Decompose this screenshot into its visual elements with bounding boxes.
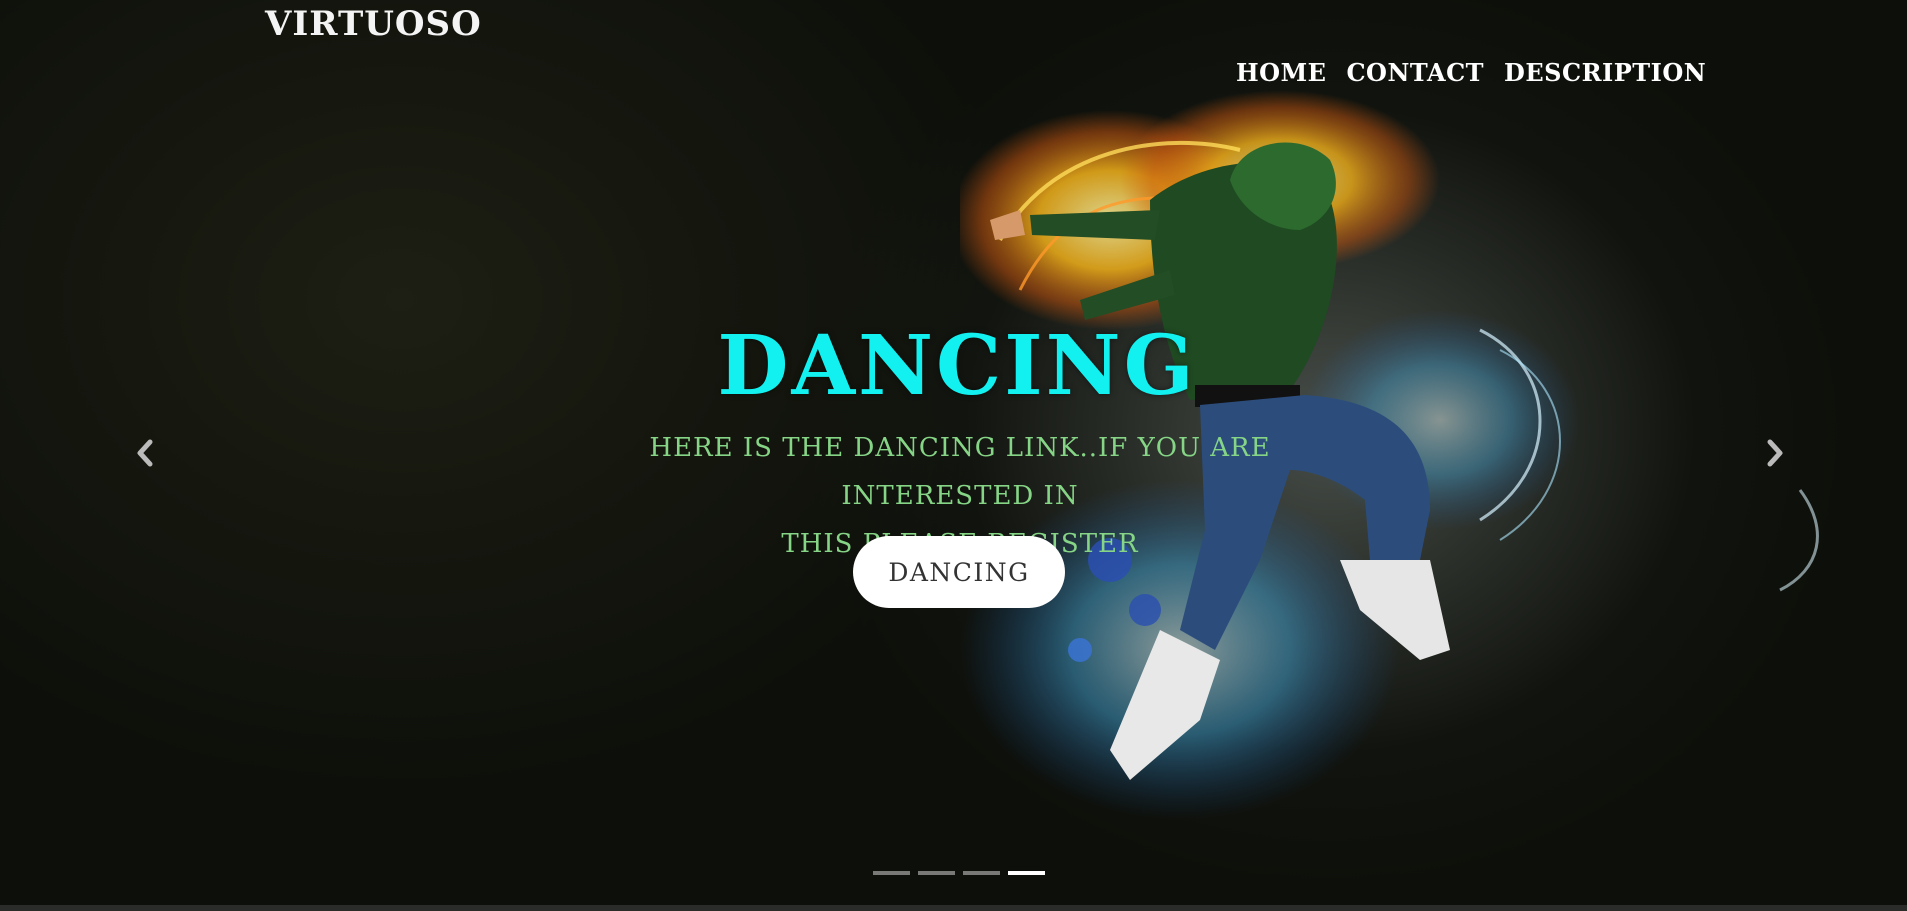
site-logo[interactable]: VIRTUOSO [265, 4, 482, 44]
carousel-indicator-1[interactable] [873, 871, 910, 875]
nav-home-link[interactable]: HOME [1236, 58, 1326, 87]
carousel-indicator-3[interactable] [963, 871, 1000, 875]
nav-contact-link[interactable]: CONTACT [1346, 58, 1484, 87]
dancing-button[interactable]: DANCING [853, 536, 1065, 608]
carousel-indicator-2[interactable] [918, 871, 955, 875]
chevron-left-icon [137, 439, 153, 467]
hero-title-text: DANCING [717, 318, 1197, 414]
carousel-indicators [873, 871, 1045, 875]
page-bottom-edge [0, 905, 1907, 911]
carousel-next-button[interactable] [1760, 436, 1790, 470]
nav-description-link[interactable]: DESCRIPTION [1504, 58, 1706, 87]
main-nav: HOME CONTACT DESCRIPTION [1236, 58, 1706, 87]
carousel-indicator-4[interactable] [1008, 871, 1045, 875]
chevron-right-icon [1767, 439, 1783, 467]
hero-description-line-1: HERE IS THE DANCING LINK..IF YOU ARE INT… [649, 433, 1271, 511]
hero-carousel: VIRTUOSO HOME CONTACT DESCRIPTION DANCIN… [0, 0, 1907, 911]
hero-title: DANCING [0, 318, 1907, 414]
carousel-prev-button[interactable] [130, 436, 160, 470]
